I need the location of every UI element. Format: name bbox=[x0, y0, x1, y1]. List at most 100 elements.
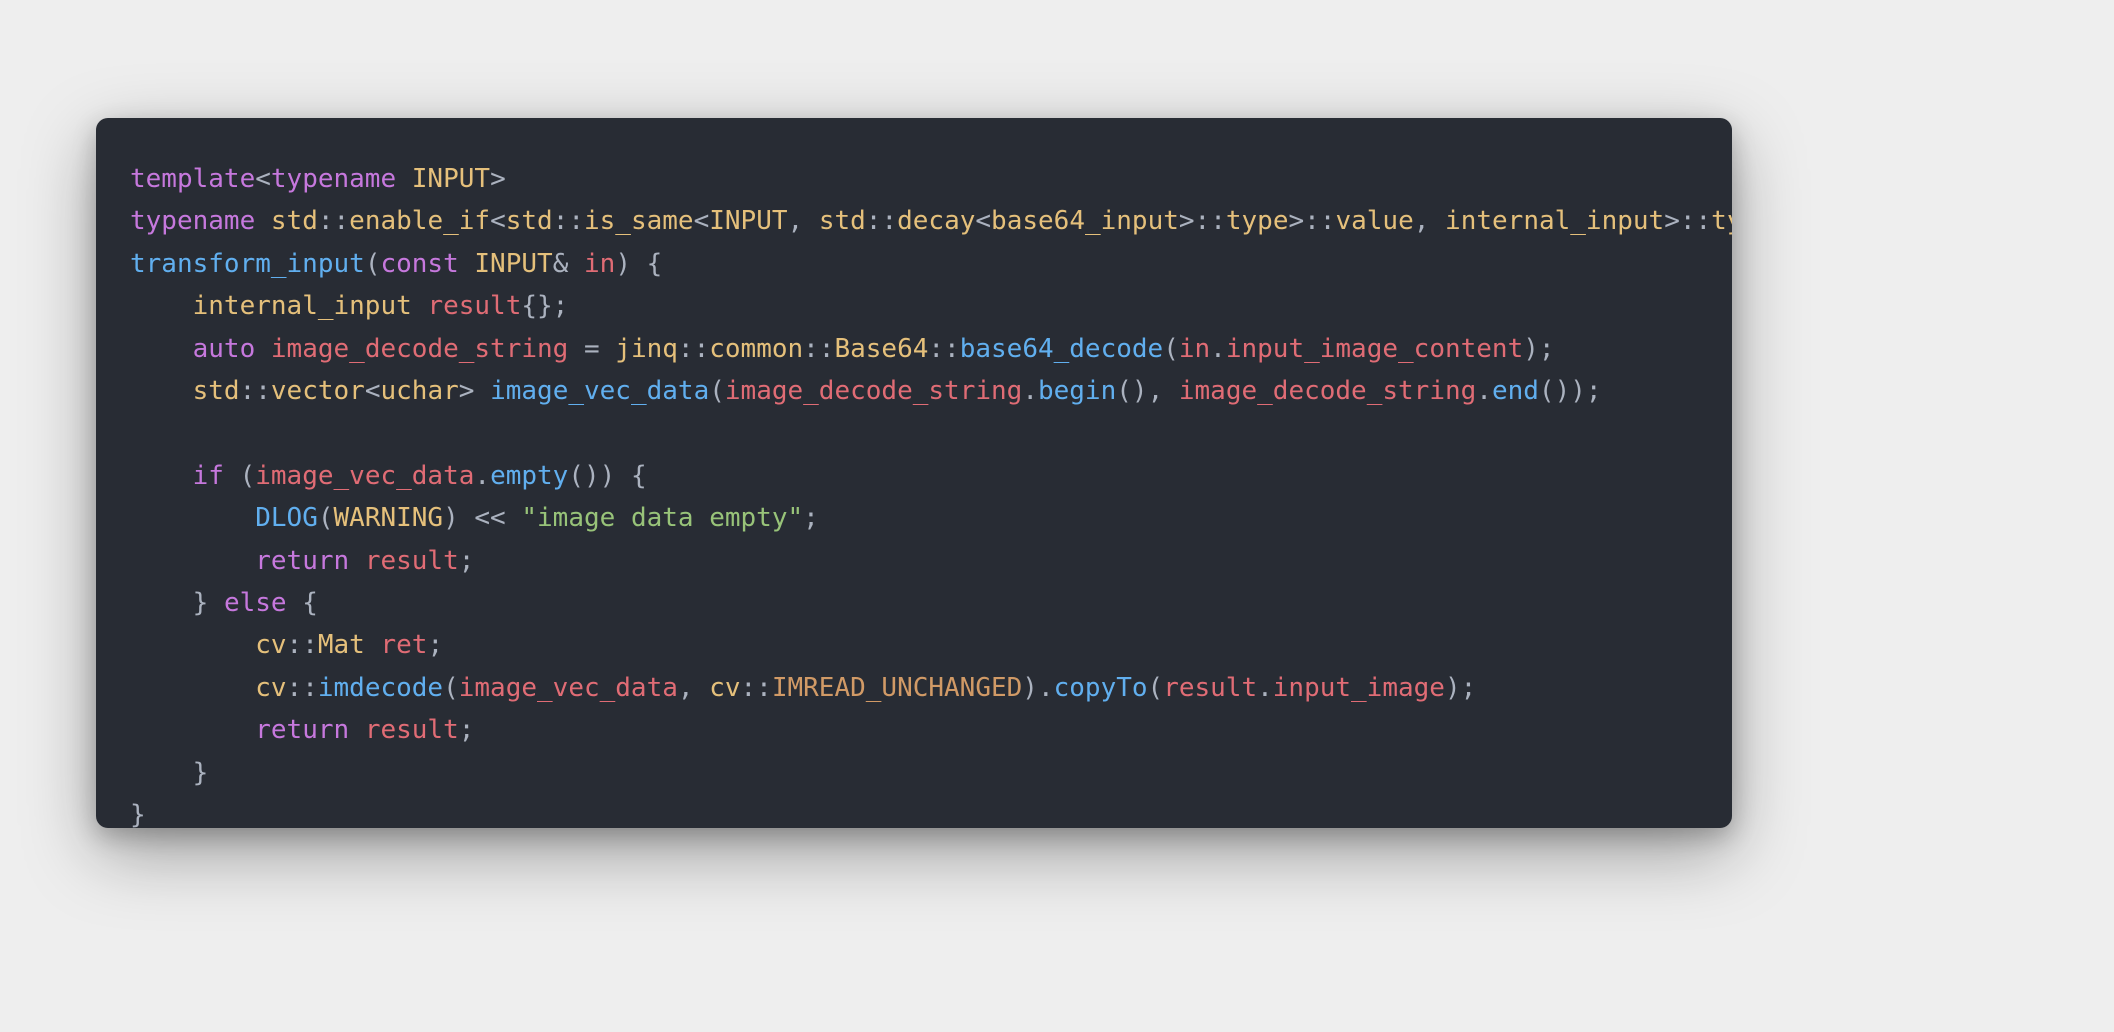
punct-dcolon: :: bbox=[741, 673, 772, 703]
type-input: INPUT bbox=[709, 206, 787, 236]
punct-lt: < bbox=[490, 206, 506, 236]
var-ret: ret bbox=[380, 630, 427, 660]
member-type: type bbox=[1711, 206, 1732, 236]
punct-space bbox=[615, 461, 631, 491]
punct-gt: > bbox=[459, 376, 475, 406]
const-warning: WARNING bbox=[334, 503, 444, 533]
keyword-else: else bbox=[224, 588, 287, 618]
punct-space bbox=[365, 630, 381, 660]
punct-space bbox=[631, 249, 647, 279]
keyword-template: template bbox=[130, 164, 255, 194]
punct-rparen: ) bbox=[1523, 334, 1539, 364]
code-line: std::vector<uchar> image_vec_data(image_… bbox=[130, 376, 1602, 406]
punct-comma: , bbox=[1414, 206, 1445, 236]
punct-amp: & bbox=[553, 249, 569, 279]
string-literal: "image data empty" bbox=[521, 503, 803, 533]
keyword-typename: typename bbox=[271, 164, 396, 194]
var-image-vec-data: image_vec_data bbox=[459, 673, 678, 703]
punct-lt: < bbox=[365, 376, 381, 406]
punct-lt: < bbox=[975, 206, 991, 236]
punct-lparen: ( bbox=[240, 461, 256, 491]
keyword-if: if bbox=[193, 461, 224, 491]
op-shift: << bbox=[459, 503, 522, 533]
code-line: typename std::enable_if<std::is_same<INP… bbox=[130, 206, 1732, 236]
code-line: auto image_decode_string = jinq::common:… bbox=[130, 334, 1555, 364]
punct-dot: . bbox=[1022, 376, 1038, 406]
member-value: value bbox=[1335, 206, 1413, 236]
keyword-auto: auto bbox=[193, 334, 256, 364]
punct-dcolon: :: bbox=[803, 334, 834, 364]
code-line: internal_input result{}; bbox=[130, 291, 568, 321]
punct-gt: > bbox=[1179, 206, 1195, 236]
var-result: result bbox=[427, 291, 521, 321]
punct-space bbox=[396, 164, 412, 194]
punct-semi: ; bbox=[1586, 376, 1602, 406]
fn-transform-input: transform_input bbox=[130, 249, 365, 279]
punct-lparen: ( bbox=[1148, 673, 1164, 703]
punct-rparen: ) bbox=[443, 503, 459, 533]
punct-rbrace: } bbox=[193, 588, 209, 618]
type-base64-input: base64_input bbox=[991, 206, 1179, 236]
punct-space bbox=[255, 334, 271, 364]
var-image-vec-data: image_vec_data bbox=[490, 376, 709, 406]
punct-dot: . bbox=[1038, 673, 1054, 703]
punct-comma: , bbox=[1148, 376, 1179, 406]
ns-jinq: jinq bbox=[615, 334, 678, 364]
punct-lt: < bbox=[694, 206, 710, 236]
punct-space bbox=[474, 376, 490, 406]
punct-dot: . bbox=[1210, 334, 1226, 364]
punct-lparen: ( bbox=[1539, 376, 1555, 406]
member-input-image-content: input_image_content bbox=[1226, 334, 1523, 364]
punct-rparen: ) bbox=[1570, 376, 1586, 406]
ns-cv: cv bbox=[255, 673, 286, 703]
code-line: } bbox=[130, 800, 146, 828]
punct-semi: ; bbox=[803, 503, 819, 533]
punct-comma: , bbox=[788, 206, 819, 236]
punct-rparen: ) bbox=[1022, 673, 1038, 703]
punct-dcolon: :: bbox=[928, 334, 959, 364]
punct-space bbox=[568, 249, 584, 279]
fn-base64-decode: base64_decode bbox=[960, 334, 1164, 364]
punct-semi: ; bbox=[1461, 673, 1477, 703]
punct-lparen: ( bbox=[443, 673, 459, 703]
type-vector: vector bbox=[271, 376, 365, 406]
punct-dcolon: :: bbox=[287, 630, 318, 660]
fn-copyto: copyTo bbox=[1054, 673, 1148, 703]
ns-std: std bbox=[271, 206, 318, 236]
fn-dlog: DLOG bbox=[255, 503, 318, 533]
punct-rparen: ) bbox=[600, 461, 616, 491]
punct-lbrace: { bbox=[631, 461, 647, 491]
punct-semi: ; bbox=[427, 630, 443, 660]
punct-rparen: ) bbox=[615, 249, 631, 279]
code-line: } bbox=[130, 758, 208, 788]
punct-semi: ; bbox=[553, 291, 569, 321]
type-internal-input: internal_input bbox=[193, 291, 412, 321]
punct-lparen: ( bbox=[365, 249, 381, 279]
punct-space bbox=[224, 461, 240, 491]
ns-common: common bbox=[709, 334, 803, 364]
var-image-decode-string: image_decode_string bbox=[725, 376, 1022, 406]
punct-lparen: ( bbox=[1163, 334, 1179, 364]
punct-rparen: ) bbox=[584, 461, 600, 491]
punct-dcolon: :: bbox=[866, 206, 897, 236]
ns-cv: cv bbox=[709, 673, 740, 703]
code-line: template<typename INPUT> bbox=[130, 164, 506, 194]
type-input: INPUT bbox=[412, 164, 490, 194]
punct-semi: ; bbox=[1539, 334, 1555, 364]
punct-lbrace: { bbox=[302, 588, 318, 618]
code-line bbox=[130, 418, 146, 448]
ns-std: std bbox=[193, 376, 240, 406]
code-block: template<typename INPUT> typename std::e… bbox=[130, 158, 1698, 828]
punct-space bbox=[287, 588, 303, 618]
punct-lparen: ( bbox=[709, 376, 725, 406]
punct-dot: . bbox=[1257, 673, 1273, 703]
punct-rparen: ) bbox=[1555, 376, 1571, 406]
fn-end: end bbox=[1492, 376, 1539, 406]
punct-space bbox=[255, 206, 271, 236]
const-imread-unchanged: IMREAD_UNCHANGED bbox=[772, 673, 1022, 703]
code-line: return result; bbox=[130, 546, 474, 576]
fn-imdecode: imdecode bbox=[318, 673, 443, 703]
punct-rbrace: } bbox=[193, 758, 209, 788]
ns-cv: cv bbox=[255, 630, 286, 660]
member-type: type bbox=[1226, 206, 1289, 236]
